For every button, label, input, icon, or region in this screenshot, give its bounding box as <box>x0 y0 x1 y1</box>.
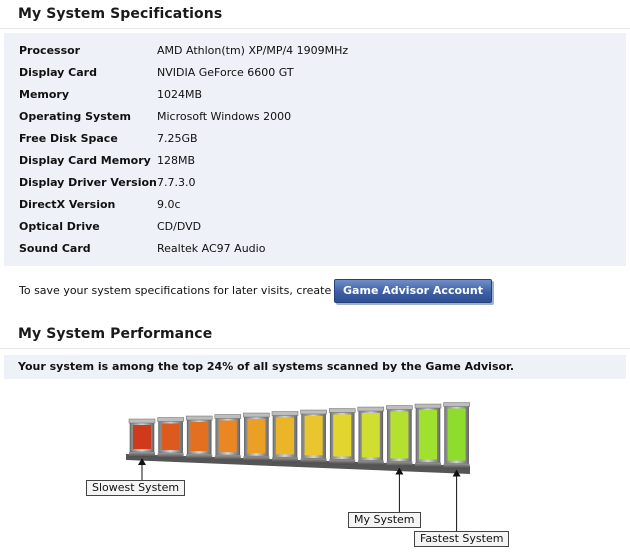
performance-bar <box>328 408 356 465</box>
specs-divider <box>0 28 630 29</box>
performance-summary-panel: Your system is among the top 24% of all … <box>4 355 626 379</box>
spec-value: NVIDIA GeForce 6600 GT <box>157 66 294 79</box>
spec-label: DirectX Version <box>19 198 116 211</box>
my-system-label: My System <box>348 512 421 528</box>
performance-bars <box>126 402 470 531</box>
fastest-system-label: Fastest System <box>414 531 510 547</box>
performance-summary: Your system is among the top 24% of all … <box>18 360 515 373</box>
game-advisor-account-button[interactable]: Game Advisor Account <box>334 279 492 303</box>
performance-bar <box>300 409 327 464</box>
performance-bar <box>157 417 184 459</box>
spec-value: Realtek AC97 Audio <box>157 242 266 255</box>
performance-divider <box>0 348 630 349</box>
specs-panel: Processor AMD Athlon(tm) XP/MP/4 1909MHz… <box>4 33 626 266</box>
spec-label: Sound Card <box>19 242 91 255</box>
performance-bar <box>243 412 270 462</box>
performance-bar <box>214 414 242 461</box>
spec-value: CD/DVD <box>157 220 202 233</box>
spec-label: Processor <box>19 44 81 57</box>
spec-value: 1024MB <box>157 88 203 101</box>
slowest-system-label: Slowest System <box>86 480 186 496</box>
slowest-system-arrow <box>138 458 146 480</box>
performance-bar <box>185 415 213 460</box>
spec-value: AMD Athlon(tm) XP/MP/4 1909MHz <box>157 44 349 57</box>
spec-label: Operating System <box>19 110 131 123</box>
performance-bar <box>128 418 156 457</box>
performance-title: My System Performance <box>18 326 213 342</box>
spec-label: Optical Drive <box>19 220 100 233</box>
spec-value: 128MB <box>157 154 196 167</box>
performance-bar-my-system <box>386 405 413 467</box>
fastest-system-arrow <box>452 469 461 531</box>
spec-label: Display Card Memory <box>19 154 151 167</box>
performance-bar <box>357 406 385 466</box>
spec-label: Display Card <box>19 66 97 79</box>
my-system-arrow <box>395 467 404 512</box>
specs-title: My System Specifications <box>18 6 223 22</box>
performance-bar <box>414 403 442 468</box>
spec-value: 7.25GB <box>157 132 198 145</box>
performance-chart: Slowest System My System Fastest System <box>0 380 630 550</box>
save-prompt-text: To save your system specifications for l… <box>19 284 367 297</box>
spec-label: Free Disk Space <box>19 132 118 145</box>
spec-value: Microsoft Windows 2000 <box>157 110 292 123</box>
spec-label: Memory <box>19 88 70 101</box>
spec-value: 9.0c <box>157 198 181 211</box>
spec-label: Display Driver Version <box>19 176 157 189</box>
performance-bar <box>443 402 470 469</box>
spec-value: 7.7.3.0 <box>157 176 196 189</box>
performance-bar <box>271 411 299 463</box>
